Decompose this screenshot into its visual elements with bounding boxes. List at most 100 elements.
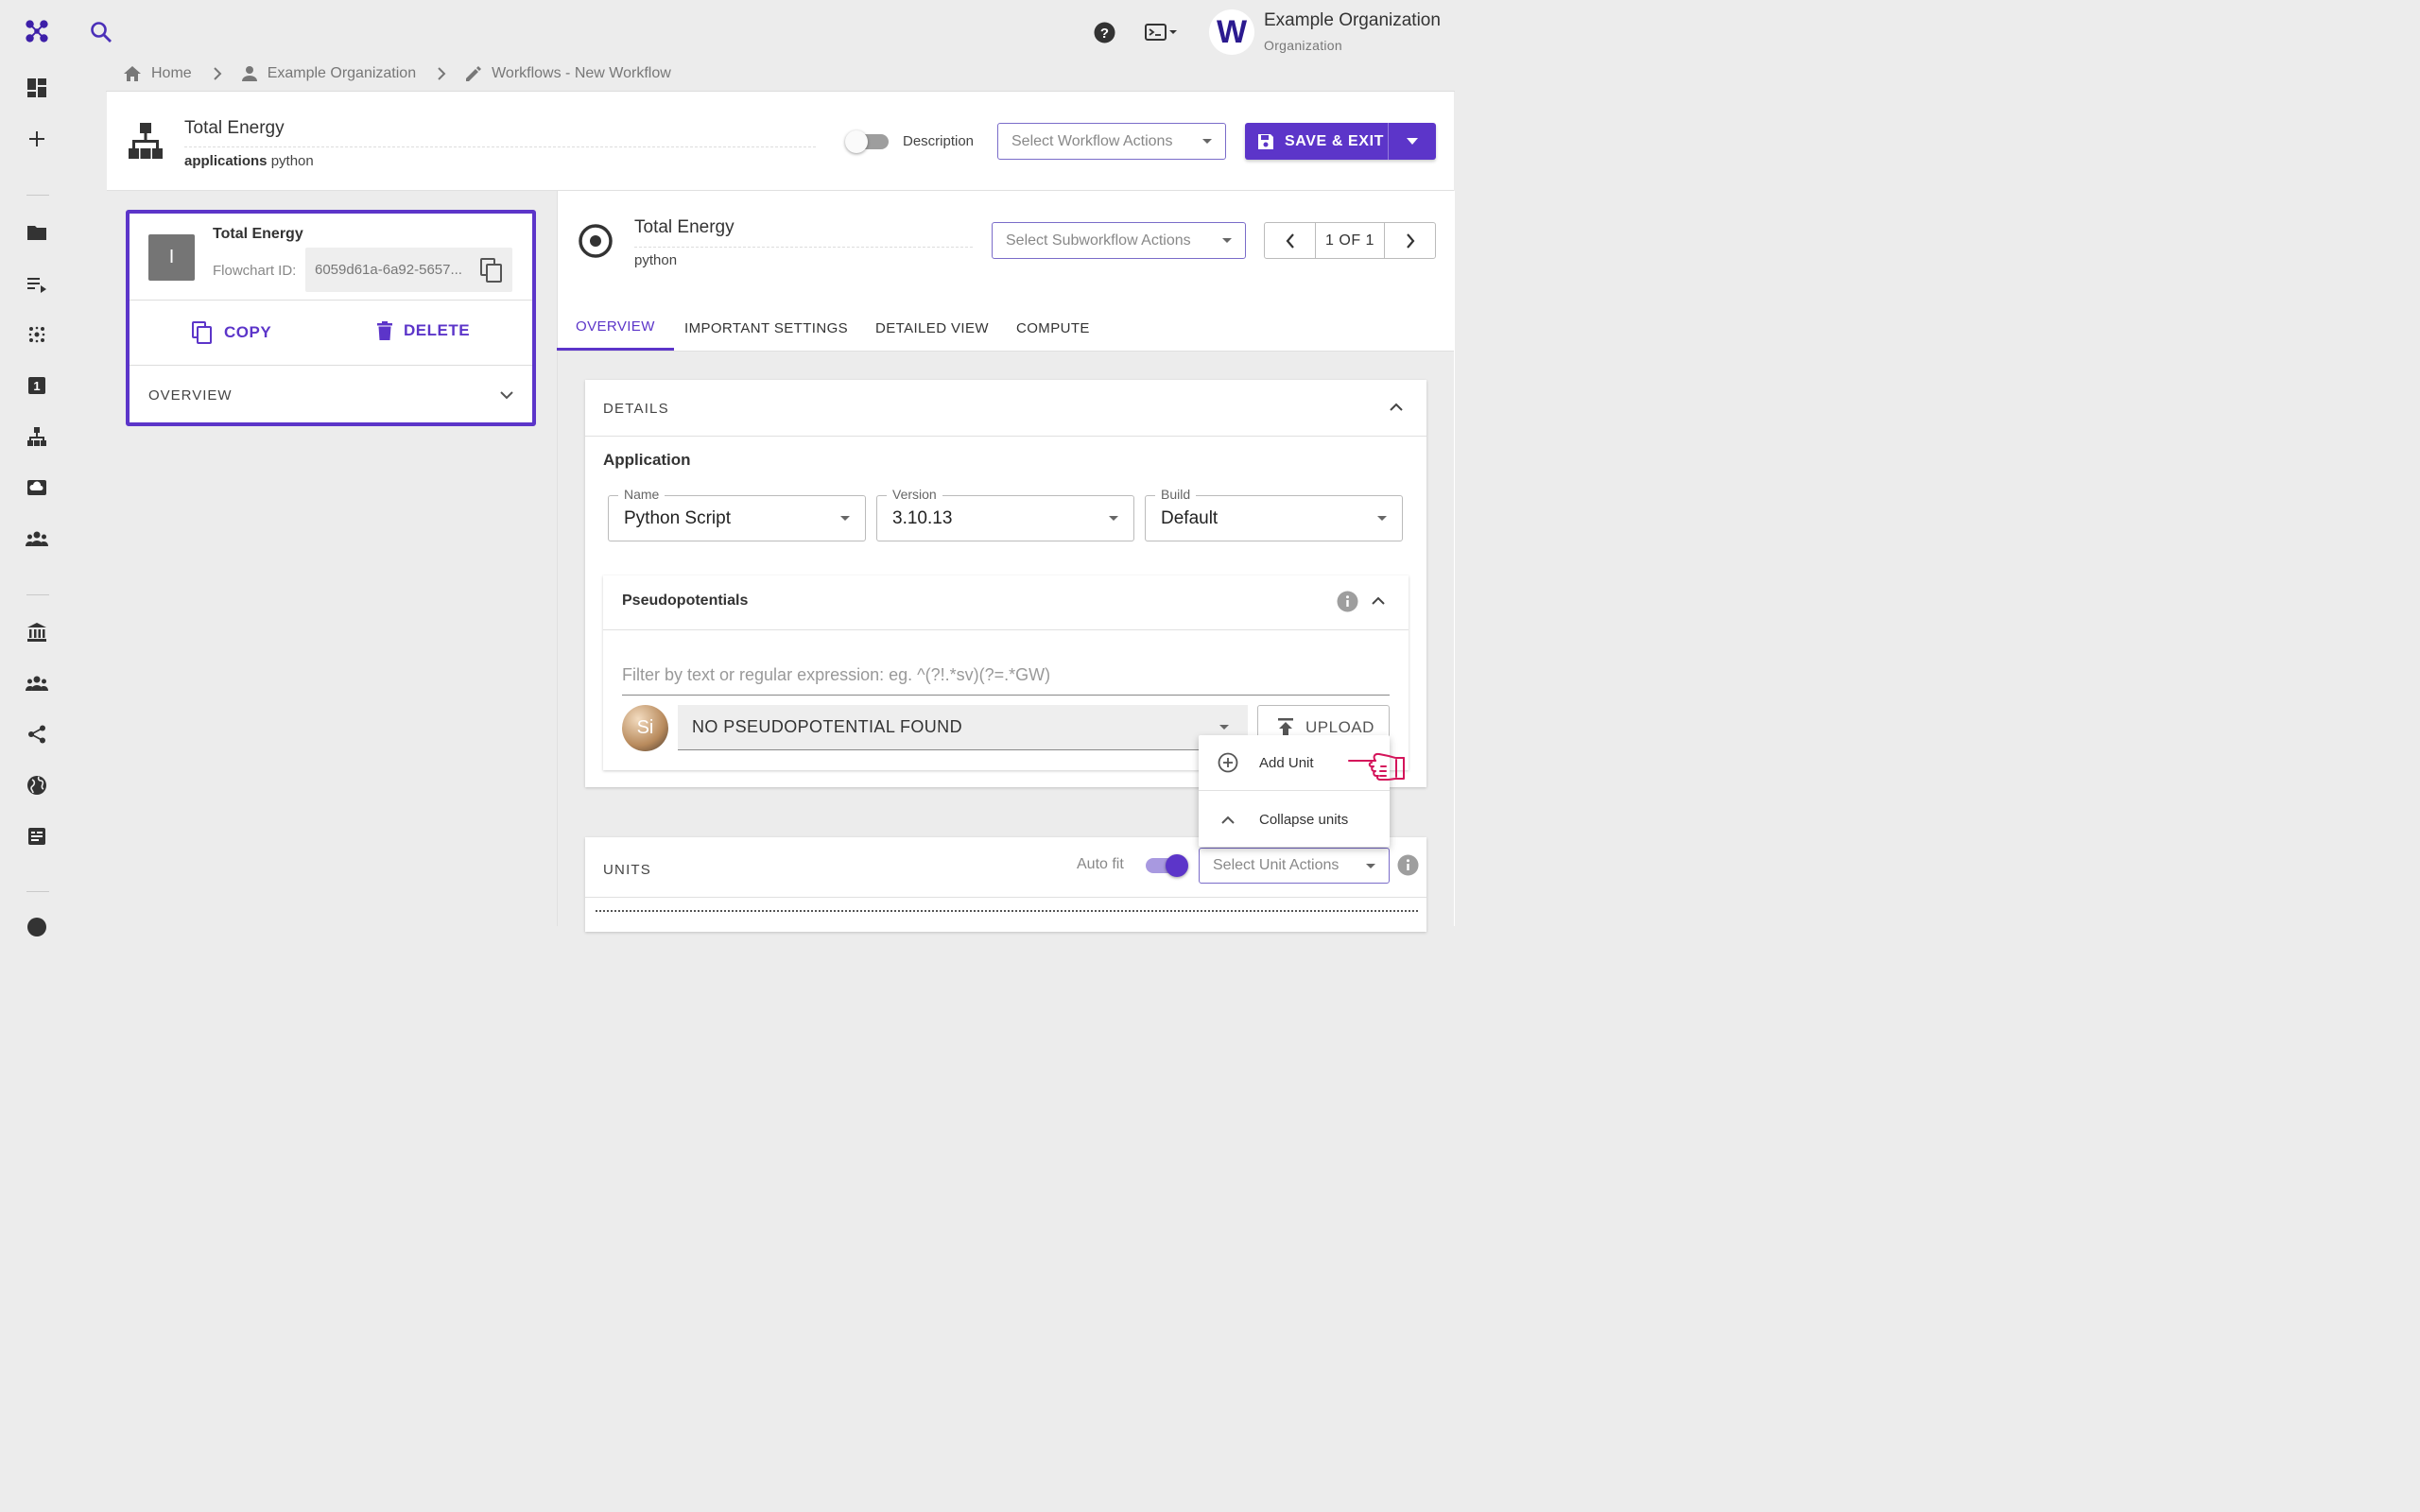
save-options-dropdown[interactable] bbox=[1388, 123, 1436, 160]
unit-actions-select[interactable]: Select Unit Actions bbox=[1199, 848, 1390, 884]
workflow-icon bbox=[129, 123, 163, 159]
breadcrumb: Home Example Organization Workflows - Ne… bbox=[106, 57, 1455, 92]
menu-divider bbox=[1199, 790, 1390, 791]
caret-down-icon bbox=[1219, 725, 1229, 730]
applications-value: python bbox=[270, 153, 314, 169]
delete-unit-button[interactable]: DELETE bbox=[377, 321, 470, 340]
delete-label: DELETE bbox=[404, 321, 471, 339]
details-header[interactable]: DETAILS bbox=[603, 401, 669, 417]
workflow-subtitle: applications python bbox=[184, 153, 314, 169]
pager-text: 1 OF 1 bbox=[1315, 223, 1385, 258]
workflow-title[interactable]: Total Energy bbox=[184, 118, 285, 139]
share-icon[interactable] bbox=[25, 722, 49, 747]
copy-unit-button[interactable]: COPY bbox=[192, 321, 271, 344]
units-header: UNITS bbox=[603, 862, 651, 878]
help-icon[interactable]: ? bbox=[1094, 22, 1115, 43]
pointing-hand-cursor-icon bbox=[1346, 748, 1409, 784]
overview-accordion[interactable]: OVERVIEW bbox=[148, 376, 513, 414]
team-icon[interactable] bbox=[25, 526, 49, 551]
unit-name: Total Energy bbox=[213, 226, 303, 242]
materials-icon[interactable] bbox=[25, 322, 49, 347]
chevron-right-icon bbox=[1406, 232, 1414, 249]
workflows-icon[interactable] bbox=[25, 424, 49, 449]
info-icon[interactable] bbox=[1337, 591, 1358, 612]
chevron-up-icon[interactable] bbox=[1372, 596, 1385, 605]
dashboard-icon[interactable] bbox=[25, 76, 49, 100]
flowchart-id-label: Flowchart ID: bbox=[213, 263, 297, 279]
tab-overview[interactable]: OVERVIEW bbox=[557, 305, 674, 351]
tab-detailed-view[interactable]: DETAILED VIEW bbox=[856, 305, 1008, 351]
subworkflow-application: python bbox=[634, 252, 678, 268]
add-unit-label: Add Unit bbox=[1259, 754, 1314, 771]
copy-id-icon[interactable] bbox=[480, 257, 503, 283]
save-exit-button-group: SAVE & EXIT bbox=[1245, 123, 1436, 160]
copy-icon bbox=[192, 321, 213, 344]
tab-important-settings[interactable]: IMPORTANT SETTINGS bbox=[666, 305, 867, 351]
workflow-actions-select[interactable]: Select Workflow Actions bbox=[997, 123, 1226, 160]
breadcrumb-home[interactable]: Home bbox=[123, 65, 192, 82]
notebook-icon[interactable] bbox=[25, 824, 49, 849]
svg-text:1: 1 bbox=[33, 379, 40, 393]
prev-page-button[interactable] bbox=[1265, 223, 1315, 258]
description-label: Description bbox=[903, 133, 975, 149]
app-name-select[interactable]: Name Python Script bbox=[608, 487, 866, 541]
bank-icon[interactable] bbox=[25, 620, 49, 644]
collaborators-icon[interactable] bbox=[25, 671, 49, 696]
pseudopotential-filter-input[interactable]: Filter by text or regular expression: eg… bbox=[622, 662, 1390, 696]
flowchart-id-value: 6059d61a-6a92-5657... bbox=[315, 262, 462, 278]
units-canvas-grid bbox=[596, 910, 1418, 912]
terminal-menu-icon[interactable] bbox=[1145, 23, 1179, 42]
cloud-storage-icon[interactable] bbox=[25, 475, 49, 500]
next-page-button[interactable] bbox=[1385, 223, 1435, 258]
description-toggle-knob[interactable] bbox=[845, 130, 868, 153]
units-divider bbox=[585, 897, 1426, 898]
chevron-up-icon[interactable] bbox=[1390, 403, 1403, 411]
trash-icon bbox=[377, 321, 392, 340]
one-box-icon[interactable]: 1 bbox=[25, 373, 49, 398]
app-version-label: Version bbox=[887, 487, 942, 502]
tab-compute[interactable]: COMPUTE bbox=[997, 305, 1109, 351]
pseudopotential-select[interactable]: NO PSEUDOPOTENTIAL FOUND bbox=[678, 705, 1248, 750]
app-version-value: 3.10.13 bbox=[892, 507, 953, 528]
org-avatar[interactable]: W bbox=[1209, 9, 1254, 55]
left-rail: 1 bbox=[0, 0, 74, 936]
unit-card-divider bbox=[130, 365, 532, 366]
rail-divider bbox=[26, 195, 49, 196]
upload-icon bbox=[1277, 718, 1294, 737]
save-exit-button[interactable]: SAVE & EXIT bbox=[1245, 123, 1388, 160]
breadcrumb-page: Workflows - New Workflow bbox=[465, 65, 671, 82]
save-icon bbox=[1256, 132, 1275, 151]
subworkflow-title[interactable]: Total Energy bbox=[634, 217, 735, 238]
help-circle-icon[interactable] bbox=[25, 915, 49, 939]
breadcrumb-org-label: Example Organization bbox=[267, 65, 417, 81]
app-version-select[interactable]: Version 3.10.13 bbox=[876, 487, 1134, 541]
info-icon[interactable] bbox=[1397, 854, 1419, 876]
chevron-right-icon bbox=[213, 67, 222, 80]
menu-item-collapse-units[interactable]: Collapse units bbox=[1199, 796, 1390, 843]
org-name[interactable]: Example Organization bbox=[1264, 10, 1441, 31]
search-icon[interactable] bbox=[90, 21, 112, 43]
home-icon bbox=[123, 65, 142, 82]
person-icon bbox=[241, 65, 258, 82]
add-icon[interactable] bbox=[25, 127, 49, 151]
job-list-icon[interactable] bbox=[25, 272, 49, 297]
add-circle-icon bbox=[1218, 752, 1238, 773]
workflow-actions-placeholder: Select Workflow Actions bbox=[1011, 132, 1173, 149]
app-build-label: Build bbox=[1155, 487, 1197, 502]
pencil-icon bbox=[465, 65, 482, 82]
pseudopotentials-title: Pseudopotentials bbox=[622, 593, 749, 609]
globe-icon[interactable] bbox=[25, 773, 49, 798]
auto-fit-toggle-knob[interactable] bbox=[1166, 854, 1188, 877]
save-exit-label: SAVE & EXIT bbox=[1285, 132, 1384, 149]
subworkflow-pager: 1 OF 1 bbox=[1264, 222, 1436, 259]
subworkflow-actions-select[interactable]: Select Subworkflow Actions bbox=[992, 222, 1246, 259]
overview-label: OVERVIEW bbox=[148, 387, 233, 404]
app-build-select[interactable]: Build Default bbox=[1145, 487, 1403, 541]
folder-icon[interactable] bbox=[25, 220, 49, 245]
org-type: Organization bbox=[1264, 38, 1342, 53]
app-logo-icon[interactable] bbox=[25, 19, 49, 43]
caret-down-icon bbox=[1202, 139, 1212, 144]
breadcrumb-org[interactable]: Example Organization bbox=[241, 65, 416, 82]
copy-label: COPY bbox=[224, 323, 272, 341]
unit-card-divider bbox=[130, 300, 532, 301]
